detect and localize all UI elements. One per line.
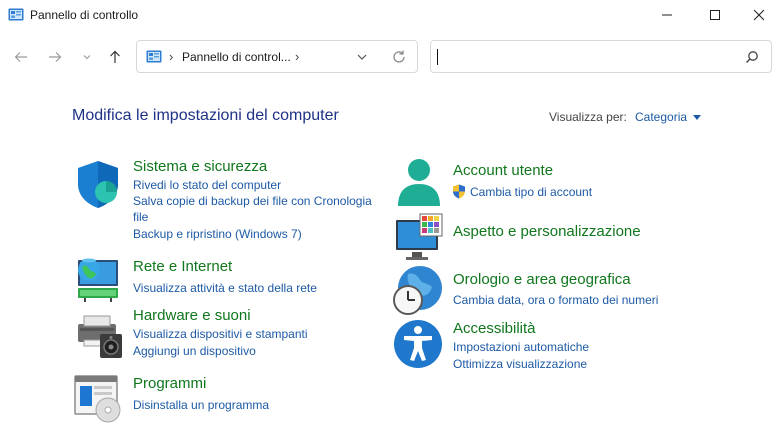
refresh-icon[interactable] <box>391 49 407 65</box>
arrow-right-icon <box>49 52 62 62</box>
arrow-left-icon <box>14 52 27 62</box>
category-title-accessibilita[interactable]: Accessibilità <box>453 320 536 337</box>
address-bar[interactable]: › Pannello di control... › <box>136 40 418 73</box>
link-rivedi-stato[interactable]: Rivedi lo stato del computer <box>133 177 281 193</box>
monitor-palette-icon[interactable] <box>394 212 446 264</box>
navigation-bar: › Pannello di control... › <box>0 36 778 78</box>
link-dispositivi-stampanti[interactable]: Visualizza dispositivi e stampanti <box>133 326 308 342</box>
accessibility-icon[interactable] <box>392 318 444 370</box>
network-globe-icon[interactable] <box>72 254 124 306</box>
search-box[interactable] <box>430 40 772 73</box>
breadcrumb-separator[interactable]: › <box>169 49 173 64</box>
chevron-down-icon[interactable] <box>355 50 369 64</box>
close-icon <box>753 9 765 21</box>
maximize-button[interactable] <box>692 0 738 30</box>
shield-icon[interactable] <box>74 158 126 210</box>
back-button[interactable] <box>10 46 32 68</box>
category-title-account[interactable]: Account utente <box>453 162 553 179</box>
chevron-down-icon <box>83 55 91 60</box>
search-input[interactable] <box>437 48 737 66</box>
link-cronologia-file[interactable]: Salva copie di backup dei file con Crono… <box>133 193 383 225</box>
programs-disc-icon[interactable] <box>72 372 124 424</box>
up-button[interactable] <box>104 46 126 68</box>
category-title-rete[interactable]: Rete e Internet <box>133 258 232 275</box>
view-by-value[interactable]: Categoria <box>635 110 687 124</box>
link-backup-ripristino[interactable]: Backup e ripristino (Windows 7) <box>133 226 302 242</box>
category-title-programmi[interactable]: Programmi <box>133 375 206 392</box>
link-aggiungi-dispositivo[interactable]: Aggiungi un dispositivo <box>133 343 256 359</box>
user-account-icon[interactable] <box>393 156 445 208</box>
category-title-orologio[interactable]: Orologio e area geografica <box>453 271 631 288</box>
uac-shield-icon <box>453 184 465 199</box>
window-title: Pannello di controllo <box>30 8 139 22</box>
link-cambia-data-ora[interactable]: Cambia data, ora o formato dei numeri <box>453 292 658 308</box>
category-title-hardware[interactable]: Hardware e suoni <box>133 307 251 324</box>
text-caret <box>437 49 438 65</box>
recent-locations-button[interactable] <box>76 46 98 68</box>
view-by-dropdown[interactable]: Categoria <box>635 110 702 124</box>
printer-speaker-icon[interactable] <box>74 310 126 362</box>
category-title-sistema[interactable]: Sistema e sicurezza <box>133 158 267 175</box>
link-disinstalla-programma[interactable]: Disinstalla un programma <box>133 397 269 413</box>
minimize-icon <box>662 14 672 16</box>
close-button[interactable] <box>736 0 778 30</box>
breadcrumb-path[interactable]: Pannello di control... <box>182 50 291 64</box>
page-title: Modifica le impostazioni del computer <box>72 107 339 124</box>
caret-down-icon[interactable] <box>693 115 702 120</box>
breadcrumb-separator[interactable]: › <box>295 49 299 64</box>
forward-button[interactable] <box>44 46 66 68</box>
control-panel-icon <box>146 50 162 63</box>
maximize-icon <box>710 10 720 20</box>
control-panel-icon <box>8 8 24 21</box>
minimize-button[interactable] <box>644 0 690 30</box>
arrow-up-icon <box>110 50 120 63</box>
link-cambia-tipo-account[interactable]: Cambia tipo di account <box>470 184 592 200</box>
view-by-label: Visualizza per: <box>549 110 627 124</box>
category-title-aspetto[interactable]: Aspetto e personalizzazione <box>453 223 641 240</box>
link-impostazioni-automatiche[interactable]: Impostazioni automatiche <box>453 339 589 355</box>
link-attivita-rete[interactable]: Visualizza attività e stato della rete <box>133 280 317 296</box>
search-icon[interactable] <box>745 50 759 64</box>
link-ottimizza-visualizzazione[interactable]: Ottimizza visualizzazione <box>453 356 587 372</box>
title-bar: Pannello di controllo <box>0 0 778 30</box>
clock-globe-icon[interactable] <box>392 264 444 316</box>
